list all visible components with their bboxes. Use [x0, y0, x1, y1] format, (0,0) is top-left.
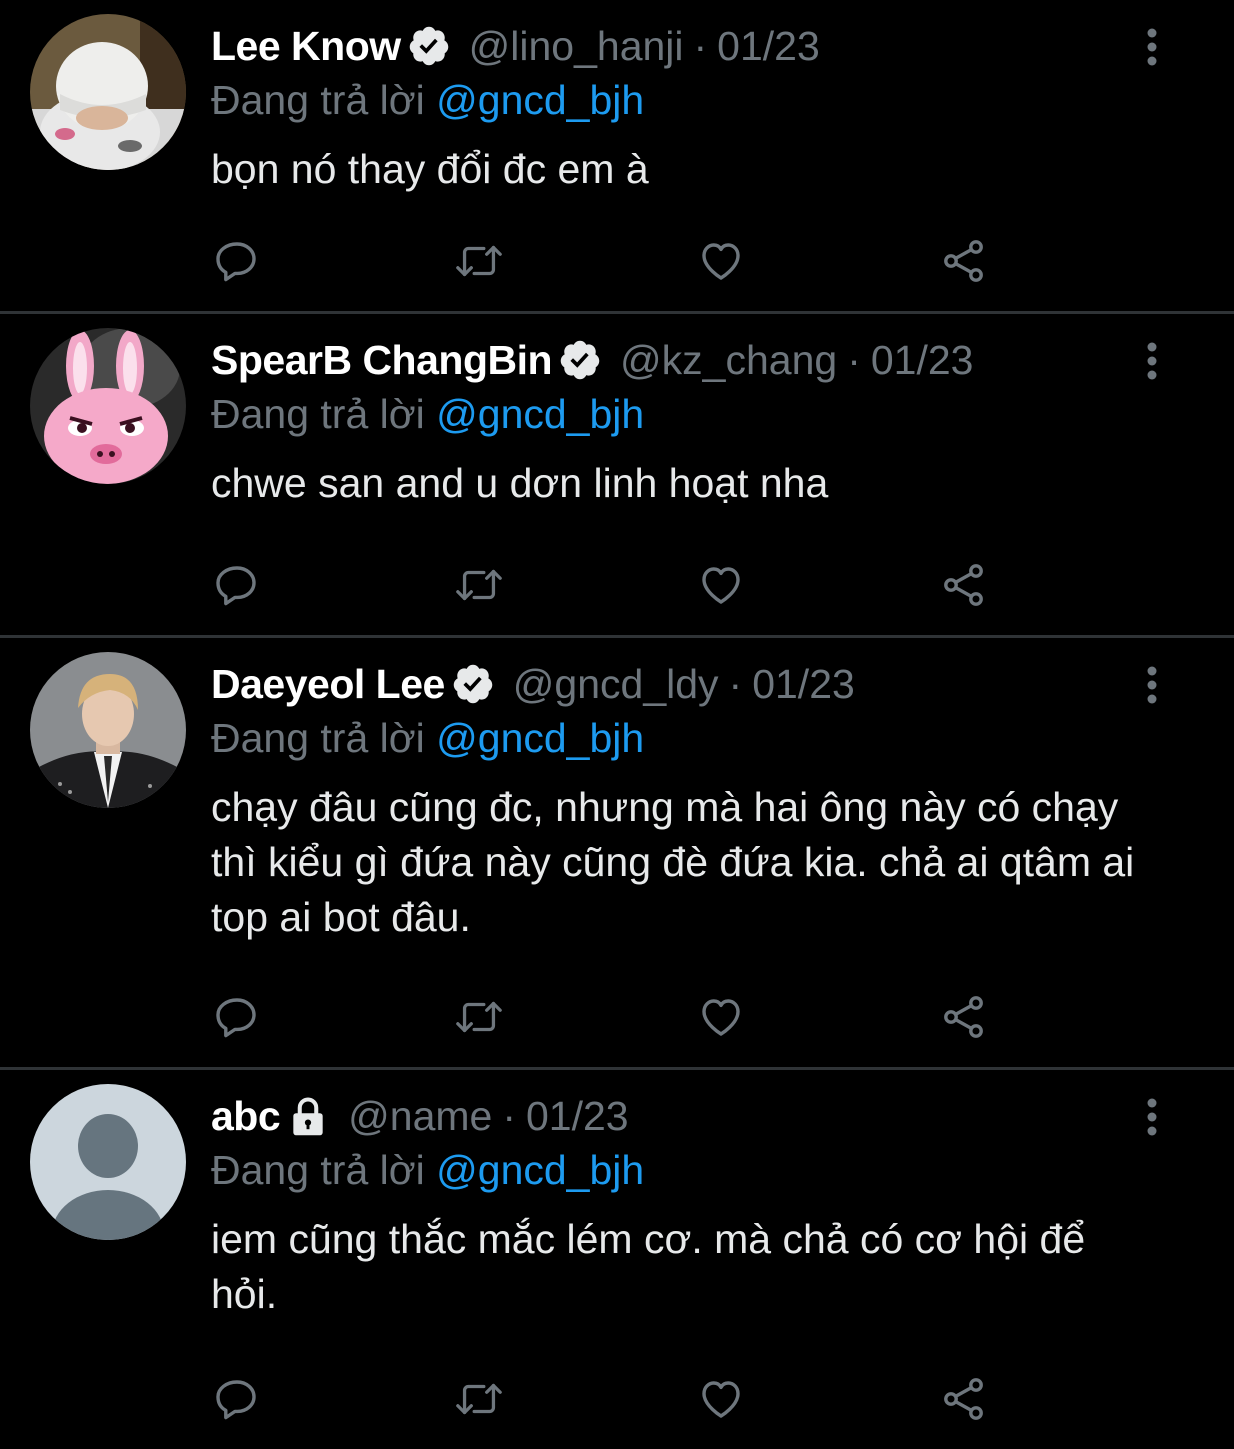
separator-dot: ·	[728, 660, 743, 707]
tweet-date[interactable]: 01/23	[752, 661, 855, 708]
tweet-text: bọn nó thay đổi đc em à	[211, 146, 649, 192]
verified-badge-icon	[407, 24, 451, 68]
retweet-icon[interactable]	[453, 235, 505, 287]
replying-to-label: Đang trả lời	[211, 1147, 425, 1193]
avatar[interactable]	[30, 14, 186, 170]
heart-icon[interactable]	[695, 559, 747, 611]
tweet-content: Daeyeol Lee @gncd_ldy · 01/23 Đang trả l…	[211, 654, 1144, 945]
more-vertical-icon[interactable]	[1132, 662, 1172, 708]
heart-icon[interactable]	[695, 991, 747, 1043]
retweet-icon[interactable]	[453, 991, 505, 1043]
tweet-header: Daeyeol Lee @gncd_ldy · 01/23	[211, 654, 1144, 714]
replying-to-label: Đang trả lời	[211, 391, 425, 437]
verified-badge-icon	[451, 662, 495, 706]
tweet-content: SpearB ChangBin @kz_chang · 01/23 Đang t…	[211, 330, 1144, 511]
reply-mention-link[interactable]: @gncd_bjh	[436, 391, 644, 437]
replying-to: Đang trả lời @gncd_bjh	[211, 72, 1144, 128]
user-handle[interactable]: @gncd_ldy	[513, 661, 719, 708]
tweet-date[interactable]: 01/23	[717, 23, 820, 70]
retweet-icon[interactable]	[453, 1373, 505, 1425]
tweet-date[interactable]: 01/23	[526, 1093, 629, 1140]
tweet-item[interactable]: Daeyeol Lee @gncd_ldy · 01/23 Đang trả l…	[0, 638, 1234, 1070]
tweet-item[interactable]: SpearB ChangBin @kz_chang · 01/23 Đang t…	[0, 314, 1234, 638]
more-vertical-icon[interactable]	[1132, 24, 1172, 70]
tweet-header: Lee Know @lino_hanji · 01/23	[211, 16, 1144, 76]
user-handle[interactable]: @kz_chang	[620, 337, 837, 384]
separator-dot: ·	[847, 336, 861, 383]
tweet-content: Lee Know @lino_hanji · 01/23 Đang trả lờ…	[211, 16, 1144, 197]
reply-icon[interactable]	[211, 1373, 263, 1425]
more-vertical-icon[interactable]	[1132, 338, 1172, 384]
replying-to: Đang trả lời @gncd_bjh	[211, 1142, 1144, 1198]
replying-to-label: Đang trả lời	[211, 715, 425, 761]
share-icon[interactable]	[938, 1373, 990, 1425]
retweet-icon[interactable]	[453, 559, 505, 611]
tweet-content: abc @name · 01/23 Đang trả lời @gncd_bjh…	[211, 1086, 1144, 1322]
tweet-text: chạy đâu cũng đc, nhưng mà hai ông này c…	[211, 784, 1135, 940]
avatar[interactable]	[30, 1084, 186, 1240]
separator-dot: ·	[693, 22, 708, 69]
avatar[interactable]	[30, 328, 186, 484]
share-icon[interactable]	[938, 235, 990, 287]
tweet-item[interactable]: Lee Know @lino_hanji · 01/23 Đang trả lờ…	[0, 0, 1234, 314]
display-name[interactable]: Daeyeol Lee	[211, 661, 445, 708]
tweet-header: SpearB ChangBin @kz_chang · 01/23	[211, 330, 1144, 390]
more-vertical-icon[interactable]	[1132, 1094, 1172, 1140]
replying-to: Đang trả lời @gncd_bjh	[211, 710, 1144, 766]
share-icon[interactable]	[938, 559, 990, 611]
user-handle[interactable]: @name	[348, 1093, 492, 1140]
reply-mention-link[interactable]: @gncd_bjh	[436, 715, 644, 761]
heart-icon[interactable]	[695, 1373, 747, 1425]
tweet-text: iem cũng thắc mắc lém cơ. mà chả có cơ h…	[211, 1216, 1086, 1317]
reply-feed: Lee Know @lino_hanji · 01/23 Đang trả lờ…	[0, 0, 1234, 1449]
reply-mention-link[interactable]: @gncd_bjh	[436, 77, 644, 123]
lock-icon	[286, 1094, 330, 1138]
replying-to: Đang trả lời @gncd_bjh	[211, 386, 1144, 442]
reply-icon[interactable]	[211, 559, 263, 611]
display-name[interactable]: Lee Know	[211, 23, 401, 70]
user-handle[interactable]: @lino_hanji	[469, 23, 684, 70]
reply-icon[interactable]	[211, 235, 263, 287]
display-name[interactable]: SpearB ChangBin	[211, 337, 553, 384]
reply-icon[interactable]	[211, 991, 263, 1043]
replying-to-label: Đang trả lời	[211, 77, 425, 123]
separator-dot: ·	[502, 1092, 516, 1139]
tweet-text: chwe san and u dơn linh hoạt nha	[211, 460, 829, 506]
reply-mention-link[interactable]: @gncd_bjh	[436, 1147, 644, 1193]
avatar[interactable]	[30, 652, 186, 808]
display-name[interactable]: abc	[211, 1093, 281, 1140]
tweet-item[interactable]: abc @name · 01/23 Đang trả lời @gncd_bjh…	[0, 1070, 1234, 1449]
tweet-date[interactable]: 01/23	[871, 337, 974, 384]
share-icon[interactable]	[938, 991, 990, 1043]
tweet-header: abc @name · 01/23	[211, 1086, 1144, 1146]
heart-icon[interactable]	[695, 235, 747, 287]
verified-badge-icon	[558, 338, 602, 382]
